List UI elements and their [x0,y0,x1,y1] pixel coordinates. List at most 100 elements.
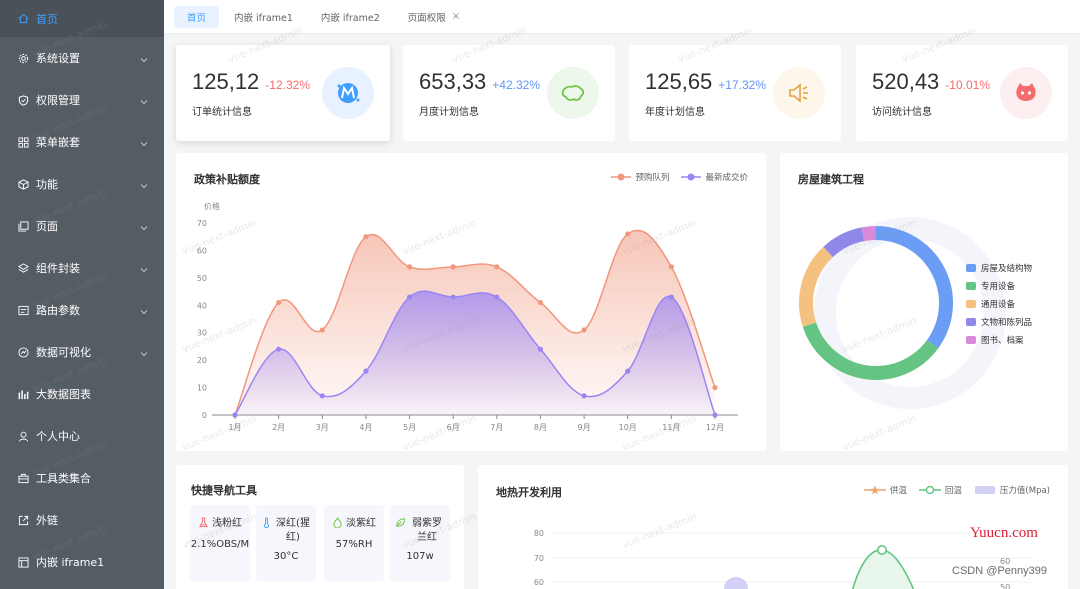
quicknav-item[interactable]: 淡紫红 57%RH [324,505,384,581]
data-point[interactable] [276,346,282,352]
quicknav-item[interactable]: 弱紫罗兰红 107w [390,505,450,581]
sidebar-item[interactable]: 个人中心 [0,415,164,457]
pressure-bar[interactable] [724,577,748,589]
x-tick-label: 5月 [403,423,416,432]
legend-item[interactable]: 图书、档案 [966,331,1032,349]
x-tick-label: 3月 [316,423,329,432]
quicknav-item[interactable]: 深红(猩红) 30°C [256,505,316,581]
sidebar-item[interactable]: 数据可视化 [0,331,164,373]
y-tick-label: 60 [197,246,207,255]
data-point[interactable] [232,412,238,418]
data-point[interactable] [406,264,413,270]
chevron-down-icon [140,264,148,273]
sidebar-item-label: 个人中心 [36,430,80,443]
data-point[interactable] [712,412,718,418]
pie-slice[interactable] [875,226,953,349]
data-point[interactable] [363,234,369,240]
data-point[interactable] [712,384,718,391]
sidebar-item[interactable]: 系统设置 [0,37,164,79]
map-icon [547,67,599,119]
stat-value-row: 125,65 +17.32% [645,69,766,95]
csdn-watermark: CSDN @Penny399 [952,565,1047,577]
chevron-down-icon [140,222,148,231]
user-icon [18,431,29,442]
sidebar-item[interactable]: 工具类集合 [0,457,164,499]
sidebar-item[interactable]: 组件封装 [0,247,164,289]
sidebar-item[interactable]: 页面 [0,205,164,247]
stat-value: 125,65 [645,69,713,94]
data-point[interactable] [625,231,631,237]
quicknav-label: 深红(猩红) [276,518,310,543]
legend-item[interactable]: 专用设备 [966,277,1032,295]
x-tick-label: 2月 [272,423,285,432]
stat-change: +17.32% [718,78,767,92]
sidebar-item[interactable]: 首页 [0,0,164,37]
y-tick-label-right: 50 [1000,583,1010,589]
data-point[interactable] [537,346,544,352]
tab-label: 页面权限 [407,12,446,24]
stat-card[interactable]: 125,65 +17.32% 年度计划信息 [629,45,841,141]
data-point[interactable] [319,393,325,399]
sidebar-item[interactable]: 路由参数 [0,289,164,331]
data-point[interactable] [494,294,500,300]
legend-item[interactable]: 房屋及结构物 [966,259,1032,277]
data-point[interactable] [668,294,674,300]
data-point[interactable] [494,264,500,270]
chevron-down-icon [140,96,148,105]
legend-item[interactable]: 文物和陈列品 [966,313,1032,331]
legend-label: 文物和陈列品 [981,318,1033,328]
quicknav-value: 30°C [273,551,299,562]
stat-label: 年度计划信息 [645,107,705,118]
pie-slice[interactable] [861,226,877,242]
x-tick-label: 6月 [447,423,460,432]
legend-item[interactable]: 通用设备 [966,295,1032,313]
data-point[interactable] [450,294,456,300]
data-point[interactable] [319,327,325,333]
y-axis-label: 价格 [204,201,220,211]
tab[interactable]: 内嵌 iframe1 [221,6,306,28]
sidebar-item[interactable]: 外链 [0,499,164,541]
sidebar-item[interactable]: 权限管理 [0,79,164,121]
sidebar-item-label: 内嵌 iframe1 [36,556,105,569]
sidebar-item[interactable]: 内嵌 iframe1 [0,541,164,583]
stat-card[interactable]: 125,12 -12.32% 订单统计信息 [176,45,390,141]
bar-chart-icon [18,389,29,400]
data-point[interactable] [450,264,456,270]
data-point[interactable] [406,294,413,300]
thermometer-icon [261,517,272,533]
data-point[interactable] [625,368,631,374]
data-point[interactable] [276,299,282,306]
legend-swatch [966,282,976,290]
close-icon[interactable]: × [452,11,460,22]
sidebar-item-label: 工具类集合 [36,472,91,485]
tab[interactable]: 内嵌 iframe2 [308,6,393,28]
data-point[interactable] [581,393,587,399]
housing-chart-panel: 房屋建筑工程 房屋及结构物 专用设备 通用设备 文物和陈列品 图书、档案 [780,153,1068,451]
y-tick-label: 30 [197,329,207,338]
x-tick-label: 8月 [534,423,547,432]
quicknav-item[interactable]: 浅粉红 2.1%OBS/M [190,505,250,581]
quicknav-value: 2.1%OBS/M [190,539,250,550]
tab[interactable]: 首页 [174,5,220,28]
data-point[interactable] [581,327,587,333]
y-tick-label: 70 [197,219,207,228]
stat-label: 订单统计信息 [192,107,252,118]
sidebar-item[interactable]: 功能 [0,163,164,205]
route-icon [18,305,29,316]
sidebar-item[interactable]: 大数据图表 [0,373,164,415]
sidebar-item[interactable]: 菜单嵌套 [0,121,164,163]
iframe-icon [18,556,29,568]
data-point[interactable] [363,368,369,374]
data-point[interactable] [537,299,544,306]
sidebar-item-label: 功能 [36,178,58,191]
y-tick-label: 0 [202,411,207,420]
chart-icon [18,346,29,358]
sidebar-item-label: 大数据图表 [36,388,91,401]
data-point[interactable] [668,264,674,270]
stat-card[interactable]: 520,43 -10.01% 访问统计信息 [856,45,1068,141]
quicknav-panel: 快捷导航工具 浅粉红 2.1%OBS/M 深红(猩红) 30°C 淡紫红 57%RH 弱紫罗… [176,465,464,589]
tab[interactable]: 页面权限 × [395,6,473,28]
data-point[interactable] [876,545,887,556]
legend-label: 专用设备 [981,282,1016,292]
stat-card[interactable]: 653,33 +42.32% 月度计划信息 [403,45,615,141]
